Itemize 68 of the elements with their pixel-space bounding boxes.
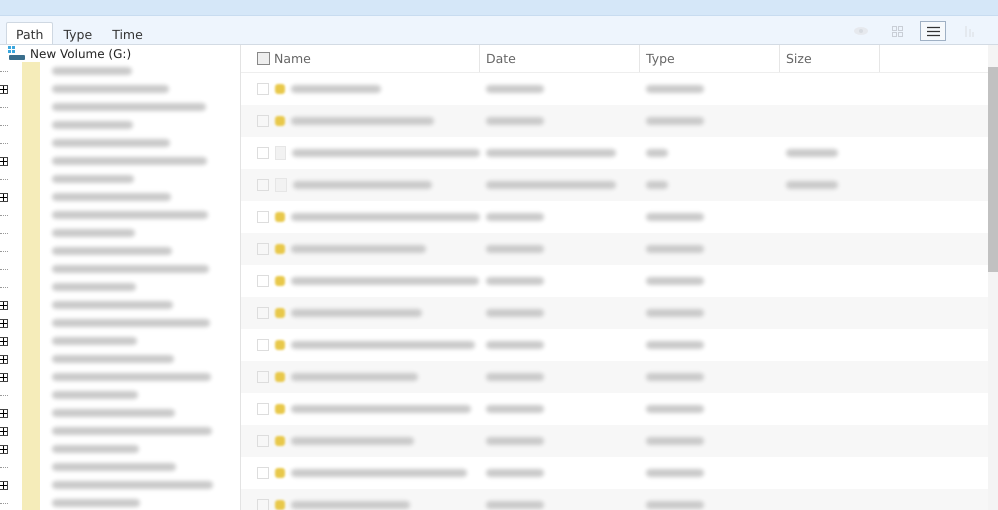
grid-icon [892,26,902,36]
column-label: Type [646,51,675,66]
blurred-text [486,117,544,125]
blurred-text [646,277,704,285]
blurred-text [486,405,544,413]
blurred-text [646,469,704,477]
list-view-button[interactable] [920,21,946,41]
drive-icon [8,46,26,61]
expand-icon[interactable] [0,192,8,202]
blurred-text [786,181,838,189]
column-label: Date [486,51,516,66]
blurred-text [646,341,704,349]
column-header[interactable]: Date [480,45,640,72]
blurred-text [486,245,544,253]
blurred-text [646,117,704,125]
expand-icon[interactable] [0,84,8,94]
blurred-text [646,85,704,93]
tab[interactable]: Time [102,22,153,44]
blurred-text [486,309,544,317]
file-row[interactable] [241,105,988,137]
scrollbar-thumb[interactable] [988,67,998,272]
blurred-text [646,149,668,157]
expand-icon[interactable] [0,408,8,418]
blurred-text [646,245,704,253]
list-icon [926,26,940,36]
blurred-text [486,213,544,221]
column-header[interactable]: Type [640,45,780,72]
column-label: Size [786,51,812,66]
expand-icon[interactable] [0,354,8,364]
expand-icon[interactable] [0,156,8,166]
blurred-text [486,501,544,509]
column-header[interactable]: Size [780,45,880,72]
expand-icon[interactable] [0,444,8,454]
file-row[interactable] [241,169,988,201]
blurred-text [646,437,704,445]
expand-icon[interactable] [0,336,8,346]
file-row[interactable] [241,233,988,265]
blurred-text [646,501,704,509]
expand-icon[interactable] [0,372,8,382]
blurred-text [646,405,704,413]
blurred-text [486,373,544,381]
expand-icon[interactable] [0,318,8,328]
eye-icon [853,26,869,36]
expand-icon[interactable] [0,480,8,490]
blurred-text [486,437,544,445]
blurred-text [646,213,704,221]
tab[interactable]: Path [6,22,54,44]
file-row[interactable] [241,361,988,393]
file-row[interactable] [241,425,988,457]
blurred-text [786,149,838,157]
blurred-text [486,341,544,349]
tab[interactable]: Type [53,22,102,44]
file-row[interactable] [241,297,988,329]
tree-item[interactable]: New Volume (G:) [30,46,132,60]
blurred-text [486,85,544,93]
checkbox[interactable] [257,52,270,65]
expand-icon[interactable] [0,300,8,310]
blurred-text [646,373,704,381]
column-header[interactable]: Name [241,45,480,72]
folder-icon [22,62,40,80]
folder-icon [22,494,40,510]
column-label: Name [274,51,311,66]
expand-icon[interactable] [0,426,8,436]
blurred-text [486,277,544,285]
blurred-text [646,309,704,317]
blurred-text [486,469,544,477]
blurred-text [646,181,668,189]
scrollbar[interactable] [988,45,998,510]
